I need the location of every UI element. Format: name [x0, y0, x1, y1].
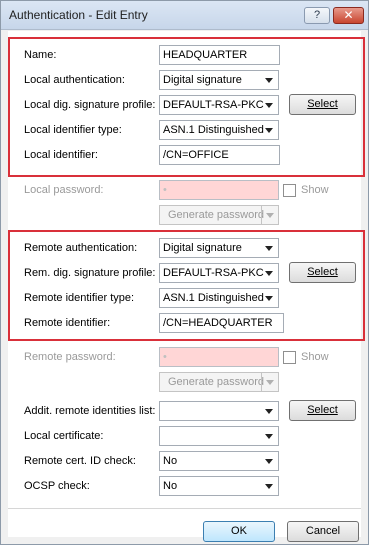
local-show-password-checkbox[interactable]	[283, 184, 296, 197]
chevron-down-icon	[265, 296, 273, 301]
title-bar[interactable]: Authentication - Edit Entry ? ✕	[1, 1, 368, 30]
remote-password-label: Remote password:	[24, 351, 116, 363]
remote-sig-profile-label: Rem. dig. signature profile:	[24, 267, 156, 279]
ocsp-check-value: No	[163, 480, 178, 492]
local-sig-profile-label: Local dig. signature profile:	[24, 99, 156, 111]
help-button[interactable]: ?	[304, 7, 330, 24]
remote-show-password-label: Show	[301, 351, 329, 363]
local-auth-value: Digital signature	[163, 74, 242, 86]
remote-id-type-value: ASN.1 Distinguished	[163, 292, 264, 304]
dialog-title: Authentication - Edit Entry	[9, 8, 148, 22]
local-sig-profile-select[interactable]: DEFAULT-RSA-PKC	[159, 95, 279, 115]
cancel-button[interactable]: Cancel	[287, 521, 359, 542]
local-id-field[interactable]: /CN=OFFICE	[159, 145, 280, 165]
local-id-label: Local identifier:	[24, 149, 98, 161]
local-certificate-label: Local certificate:	[24, 430, 104, 442]
remote-generate-password-label: Generate password	[168, 376, 264, 388]
local-password-field[interactable]: •	[159, 180, 279, 200]
chevron-down-icon	[265, 409, 273, 414]
remote-auth-select[interactable]: Digital signature	[159, 238, 279, 258]
chevron-down-icon	[265, 128, 273, 133]
chevron-down-icon	[265, 103, 273, 108]
close-button[interactable]: ✕	[333, 7, 364, 24]
remote-generate-password-button[interactable]: Generate password	[159, 372, 279, 392]
chevron-down-icon	[265, 246, 273, 251]
chevron-down-icon	[261, 206, 278, 224]
remote-cert-check-value: No	[163, 455, 178, 467]
local-sig-profile-value: DEFAULT-RSA-PKC	[163, 99, 264, 111]
addit-remote-list-label: Addit. remote identities list:	[24, 405, 156, 417]
addit-remote-list-select[interactable]	[159, 401, 279, 421]
chevron-down-icon	[265, 78, 273, 83]
remote-id-field[interactable]: /CN=HEADQUARTER	[159, 313, 284, 333]
remote-sig-select-label: Select	[307, 266, 338, 278]
dialog-body: Name: HEADQUARTER Local authentication: …	[8, 31, 365, 542]
ocsp-check-select[interactable]: No	[159, 476, 279, 496]
local-generate-password-label: Generate password	[168, 209, 264, 221]
remote-id-type-label: Remote identifier type:	[24, 292, 135, 304]
edit-entry-dialog: Authentication - Edit Entry ? ✕ Name: HE…	[0, 0, 369, 545]
remote-cert-check-select[interactable]: No	[159, 451, 279, 471]
local-sig-select-button[interactable]: Select	[289, 94, 356, 115]
remote-auth-label: Remote authentication:	[24, 242, 138, 254]
remote-auth-value: Digital signature	[163, 242, 242, 254]
ocsp-check-label: OCSP check:	[24, 480, 90, 492]
remote-cert-check-label: Remote cert. ID check:	[24, 455, 136, 467]
remote-id-type-select[interactable]: ASN.1 Distinguished	[159, 288, 279, 308]
local-id-type-select[interactable]: ASN.1 Distinguished	[159, 120, 279, 140]
name-label: Name:	[24, 49, 57, 61]
local-auth-label: Local authentication:	[24, 74, 125, 86]
local-password-label: Local password:	[24, 184, 104, 196]
name-field[interactable]: HEADQUARTER	[159, 45, 280, 65]
remote-id-label: Remote identifier:	[24, 317, 111, 329]
local-show-password-label: Show	[301, 184, 329, 196]
remote-password-field[interactable]: •	[159, 347, 279, 367]
chevron-down-icon	[261, 373, 278, 391]
chevron-down-icon	[265, 484, 273, 489]
local-auth-select[interactable]: Digital signature	[159, 70, 279, 90]
local-id-type-label: Local identifier type:	[24, 124, 122, 136]
footer-divider	[8, 508, 361, 509]
remote-sig-profile-value: DEFAULT-RSA-PKC	[163, 267, 264, 279]
chevron-down-icon	[265, 434, 273, 439]
remote-sig-profile-select[interactable]: DEFAULT-RSA-PKC	[159, 263, 279, 283]
local-id-type-value: ASN.1 Distinguished	[163, 124, 264, 136]
ok-button[interactable]: OK	[203, 521, 275, 542]
remote-sig-select-button[interactable]: Select	[289, 262, 356, 283]
local-generate-password-button[interactable]: Generate password	[159, 205, 279, 225]
local-sig-select-label: Select	[307, 98, 338, 110]
remote-show-password-checkbox[interactable]	[283, 351, 296, 364]
addit-remote-select-label: Select	[307, 404, 338, 416]
chevron-down-icon	[265, 459, 273, 464]
chevron-down-icon	[265, 271, 273, 276]
local-certificate-select[interactable]	[159, 426, 279, 446]
addit-remote-select-button[interactable]: Select	[289, 400, 356, 421]
